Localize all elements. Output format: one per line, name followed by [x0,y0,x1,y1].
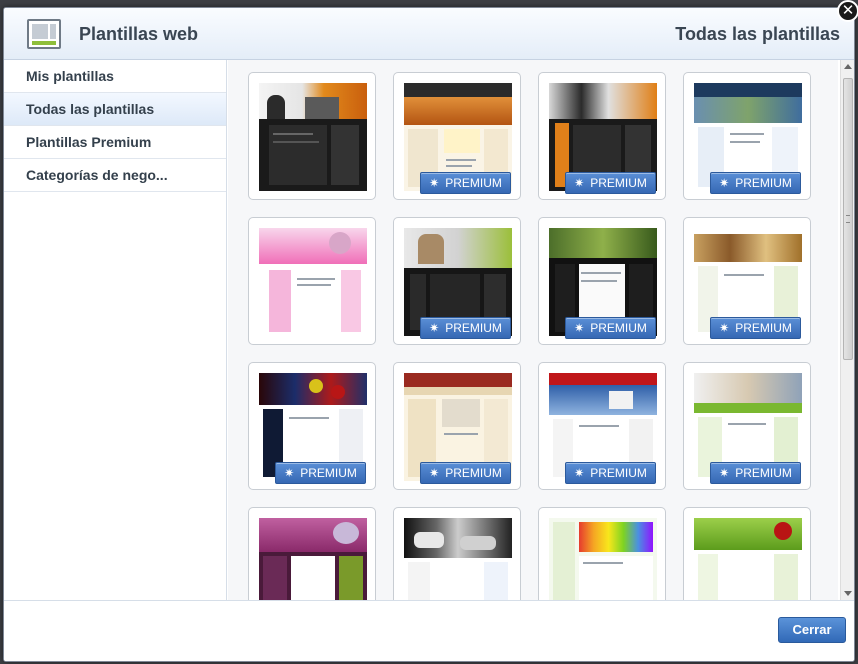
template-grid: ✷ PREMIUM ✷ PREMIUM ✷ PREMIUM ✷ PREMIUM … [228,60,838,600]
template-thumbnail [694,518,802,600]
sidebar-item-mis-plantillas[interactable]: Mis plantillas [4,60,226,93]
snowflake-icon: ✷ [284,466,295,480]
premium-badge: ✷ PREMIUM [710,317,801,339]
template-card[interactable]: ✷ PREMIUM [248,362,376,490]
sidebar-item-todas-plantillas[interactable]: Todas las plantillas [4,93,226,126]
snowflake-icon: ✷ [429,466,440,480]
scroll-up-icon[interactable] [844,64,852,69]
template-card[interactable]: ✷ PREMIUM [538,217,666,345]
template-card[interactable]: ✷ PREMIUM [393,72,521,200]
vertical-scrollbar[interactable] [840,60,854,600]
template-thumbnail [259,518,367,600]
snowflake-icon: ✷ [429,321,440,335]
template-card[interactable] [248,72,376,200]
premium-badge: ✷ PREMIUM [275,462,366,484]
premium-badge: ✷ PREMIUM [565,317,656,339]
snowflake-icon: ✷ [719,321,730,335]
dialog-header: Plantillas web Todas las plantillas [4,8,854,60]
category-sidebar: Mis plantillas Todas las plantillas Plan… [4,60,227,600]
premium-badge: ✷ PREMIUM [565,462,656,484]
template-card[interactable]: ✷ PREMIUM [538,362,666,490]
premium-badge: ✷ PREMIUM [420,462,511,484]
template-layout-icon [27,19,61,49]
template-card[interactable] [393,507,521,600]
template-card[interactable]: ✷ PREMIUM [683,217,811,345]
dialog-footer: Cerrar [4,600,854,661]
template-card[interactable]: ✷ PREMIUM [538,72,666,200]
premium-badge: ✷ PREMIUM [420,317,511,339]
premium-badge: ✷ PREMIUM [565,172,656,194]
snowflake-icon: ✷ [574,321,585,335]
template-thumbnail [259,83,367,191]
template-thumbnail [404,518,512,600]
template-card[interactable]: ✷ PREMIUM [683,72,811,200]
template-thumbnail [549,518,657,600]
templates-dialog: Plantillas web Todas las plantillas Mis … [3,7,855,662]
premium-badge: ✷ PREMIUM [710,462,801,484]
snowflake-icon: ✷ [574,176,585,190]
snowflake-icon: ✷ [429,176,440,190]
sidebar-item-plantillas-premium[interactable]: Plantillas Premium [4,126,226,159]
snowflake-icon: ✷ [574,466,585,480]
premium-badge: ✷ PREMIUM [420,172,511,194]
dialog-title: Plantillas web [79,24,199,44]
scroll-thumb[interactable] [843,78,853,360]
template-card[interactable] [248,217,376,345]
sidebar-item-categorias[interactable]: Categorías de nego... [4,159,226,192]
close-icon[interactable]: ✕ [837,0,858,22]
premium-badge: ✷ PREMIUM [710,172,801,194]
template-card[interactable] [538,507,666,600]
template-card[interactable] [683,507,811,600]
close-dialog-button[interactable]: Cerrar [778,617,846,643]
template-card[interactable]: ✷ PREMIUM [393,217,521,345]
scroll-down-icon[interactable] [844,591,852,596]
section-title: Todas las plantillas [675,24,840,44]
snowflake-icon: ✷ [719,466,730,480]
template-thumbnail [259,228,367,336]
snowflake-icon: ✷ [719,176,730,190]
template-card[interactable]: ✷ PREMIUM [393,362,521,490]
template-card[interactable] [248,507,376,600]
template-card[interactable]: ✷ PREMIUM [683,362,811,490]
